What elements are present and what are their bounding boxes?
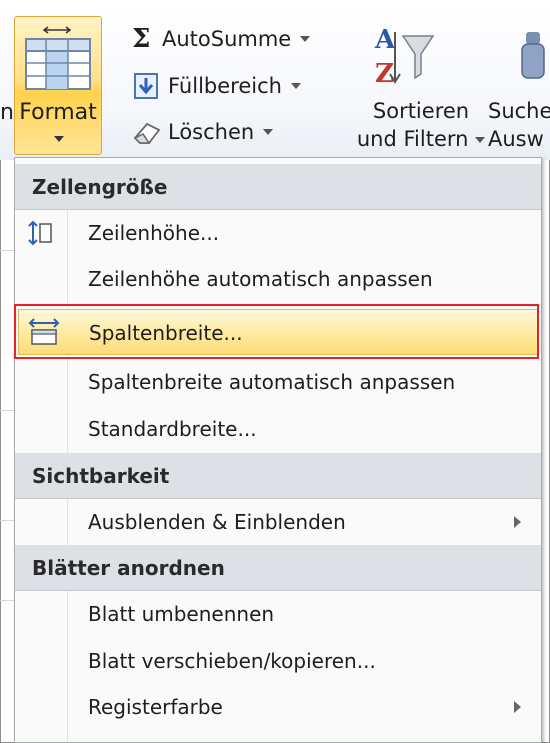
menu-item-label: Zeilenhöhe... bbox=[88, 221, 220, 245]
autosum-button[interactable]: Σ AutoSumme bbox=[132, 24, 311, 54]
sheet-gridline bbox=[0, 410, 14, 411]
chevron-down-icon bbox=[475, 137, 486, 143]
sort-filter-label-line2: und Filtern bbox=[356, 127, 469, 151]
menu-item-default-width[interactable]: Standardbreite... bbox=[15, 406, 541, 452]
fill-label: Füllbereich bbox=[168, 74, 282, 98]
ribbon-truncated-label: n bbox=[0, 100, 14, 125]
menu-item-row-height[interactable]: Zeilenhöhe... bbox=[15, 210, 541, 256]
svg-text:A: A bbox=[374, 25, 396, 55]
fill-button[interactable]: Füllbereich bbox=[132, 71, 301, 101]
sort-filter-icon: A Z bbox=[374, 25, 435, 89]
chevron-down-icon bbox=[300, 36, 311, 42]
section-header-visibility: Sichtbarkeit bbox=[15, 453, 541, 499]
search-label-line1: Suche bbox=[488, 99, 550, 123]
binoculars-icon bbox=[521, 32, 545, 79]
sort-filter-button[interactable]: Sortieren und Filtern bbox=[336, 97, 506, 153]
fill-down-icon bbox=[134, 73, 158, 99]
menu-item-label: Zeilenhöhe automatisch anpassen bbox=[88, 267, 433, 291]
menu-item-autofit-row-height[interactable]: Zeilenhöhe automatisch anpassen bbox=[15, 256, 541, 302]
menu-item-tab-color[interactable]: Registerfarbe bbox=[15, 684, 541, 730]
search-select-button[interactable]: Suche Ausw bbox=[488, 97, 550, 153]
chevron-down-icon bbox=[290, 83, 301, 89]
chevron-down-icon bbox=[263, 129, 274, 135]
format-button-label: Format bbox=[19, 100, 97, 125]
menu-item-label: Registerfarbe bbox=[88, 695, 223, 719]
eraser-icon bbox=[133, 122, 161, 144]
submenu-arrow-icon bbox=[514, 516, 521, 528]
format-dropdown-menu: Zellengröße Zeilenhöhe... Zeilenhöhe aut… bbox=[14, 157, 542, 743]
menu-item-label: Blatt umbenennen bbox=[88, 602, 275, 626]
menu-item-hide-unhide[interactable]: Ausblenden & Einblenden bbox=[15, 499, 541, 545]
sort-filter-label-line1: Sortieren bbox=[372, 99, 470, 123]
submenu-arrow-icon bbox=[514, 701, 521, 713]
sheet-gridline bbox=[0, 250, 14, 251]
clear-label: Löschen bbox=[168, 120, 255, 144]
menu-item-label: Blatt verschieben/kopieren... bbox=[88, 649, 376, 673]
menu-item-label: Ausblenden & Einblenden bbox=[88, 510, 346, 534]
sheet-gridline bbox=[0, 600, 14, 601]
menu-item-label: Spaltenbreite automatisch anpassen bbox=[88, 370, 456, 394]
annotation-highlight-box bbox=[14, 304, 539, 359]
row-height-icon bbox=[28, 220, 52, 246]
autosum-label: AutoSumme bbox=[162, 27, 292, 51]
menu-item-label: Standardbreite... bbox=[88, 417, 257, 441]
chevron-down-icon bbox=[54, 136, 64, 142]
section-header-organize-sheets: Blätter anordnen bbox=[15, 545, 541, 591]
clear-button[interactable]: Löschen bbox=[132, 118, 274, 146]
format-button[interactable]: Format bbox=[14, 16, 102, 155]
sort-filter-label-line2-wrap: und Filtern bbox=[336, 125, 506, 153]
ribbon: n Format Σ AutoSumme Füllbereich Löschen… bbox=[0, 0, 550, 160]
sigma-icon: Σ bbox=[132, 24, 151, 54]
menu-item-move-copy-sheet[interactable]: Blatt verschieben/kopieren... bbox=[15, 638, 541, 684]
search-label-line2: Ausw bbox=[488, 127, 544, 151]
menu-item-rename-sheet[interactable]: Blatt umbenennen bbox=[15, 591, 541, 637]
sheet-gridline bbox=[0, 520, 14, 521]
format-cells-icon bbox=[25, 26, 91, 90]
section-header-cell-size: Zellengröße bbox=[15, 164, 541, 210]
menu-item-autofit-column-width[interactable]: Spaltenbreite automatisch anpassen bbox=[15, 359, 541, 405]
